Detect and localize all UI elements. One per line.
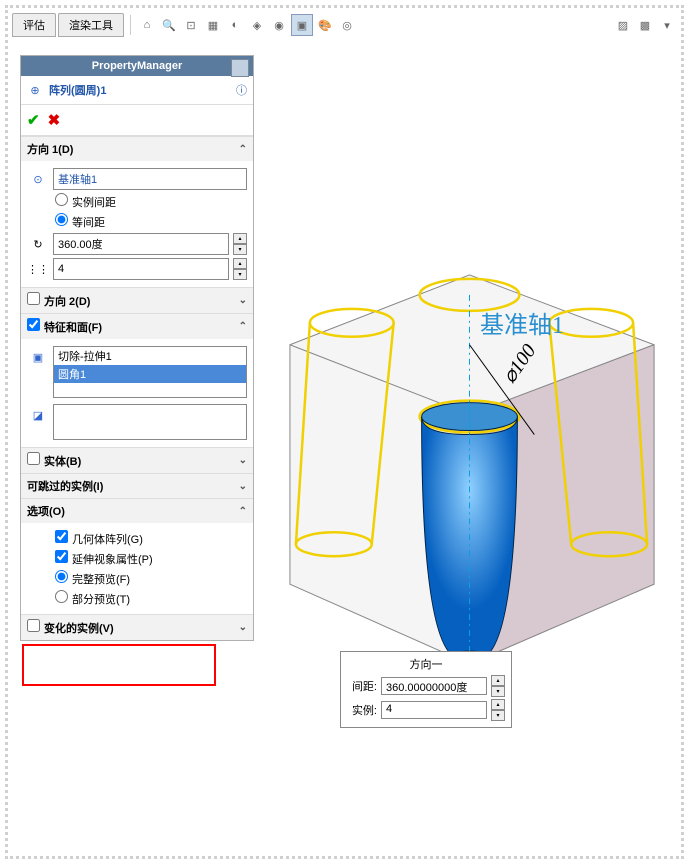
radio-equal-spacing[interactable]: 等间距 — [55, 213, 105, 230]
radio-partial-preview[interactable]: 部分预览(T) — [55, 590, 130, 607]
face-selector-icon: ◪ — [27, 404, 49, 426]
3d-viewport[interactable]: 基准轴1 ⌀100 方向一 间距:360.00000000度▴▾ 实例:4▴▾ — [260, 55, 674, 849]
section-features-faces[interactable]: 特征和面(F)⌃ — [21, 313, 253, 339]
section-direction1[interactable]: 方向 1(D)⌃ — [21, 136, 253, 161]
display-mode-icon[interactable]: ◐ — [225, 15, 245, 35]
highlight-box — [22, 644, 216, 686]
view-home-icon[interactable]: ⌂ — [137, 15, 157, 35]
pm-title: PropertyManager — [92, 60, 182, 72]
dropdown-icon[interactable]: ▾ — [657, 15, 677, 35]
pin-icon[interactable] — [231, 59, 249, 77]
instances-icon: ⋮⋮ — [27, 258, 49, 280]
circular-pattern-icon: ⊕ — [27, 82, 43, 98]
angle-up[interactable]: ▴ — [233, 233, 247, 244]
angle-down[interactable]: ▾ — [233, 244, 247, 255]
feature-name: 阵列(圆周)1 — [49, 82, 106, 98]
globe-icon[interactable]: ◎ — [337, 15, 357, 35]
callout-instances-input[interactable]: 4 — [381, 701, 487, 719]
top-toolbar: 评估 渲染工具 ⌂ 🔍 ⊡ ▦ ◐ ◈ ◉ ▣ 🎨 ◎ ▨ ▩ ▾ — [12, 12, 677, 38]
help-icon[interactable]: ⓘ — [236, 82, 247, 98]
feature-list[interactable]: 切除-拉伸1 圆角1 — [53, 346, 247, 398]
cancel-button[interactable]: ✖ — [48, 111, 61, 129]
tab-evaluate[interactable]: 评估 — [12, 13, 56, 37]
zoom-fit-icon[interactable]: ⊡ — [181, 15, 201, 35]
radio-full-preview[interactable]: 完整预览(F) — [55, 570, 130, 587]
angle-icon: ↻ — [27, 233, 49, 255]
callout-spacing-up[interactable]: ▴ — [491, 675, 505, 686]
cube-1-icon[interactable]: ▨ — [613, 15, 633, 35]
check-geometry-pattern[interactable]: 几何体阵列(G) — [55, 530, 143, 547]
axis-label: 基准轴1 — [480, 305, 564, 340]
callout-inst-down[interactable]: ▾ — [491, 710, 505, 721]
callout-spacing-input[interactable]: 360.00000000度 — [381, 677, 487, 695]
angle-input[interactable]: 360.00度 — [53, 233, 229, 255]
section-direction2[interactable]: 方向 2(D)⌄ — [21, 287, 253, 313]
axis-input[interactable]: 基准轴1 — [53, 168, 247, 190]
model-render — [260, 55, 674, 849]
property-manager-panel: PropertyManager ⊕ 阵列(圆周)1 ⓘ ✔ ✖ 方向 1(D)⌃… — [20, 55, 254, 641]
ok-button[interactable]: ✔ — [27, 111, 40, 129]
list-item[interactable]: 圆角1 — [54, 365, 246, 383]
callout-inst-up[interactable]: ▴ — [491, 699, 505, 710]
section-options[interactable]: 选项(O)⌃ — [21, 498, 253, 523]
section-bodies[interactable]: 实体(B)⌄ — [21, 447, 253, 473]
cube-2-icon[interactable]: ▩ — [635, 15, 655, 35]
axis-selector-icon: ⊙ — [27, 168, 49, 190]
section-vary-instances[interactable]: 变化的实例(V)⌄ — [21, 614, 253, 640]
section-skip-instances[interactable]: 可跳过的实例(I)⌄ — [21, 473, 253, 498]
zoom-icon[interactable]: 🔍 — [159, 15, 179, 35]
list-item[interactable]: 切除-拉伸1 — [54, 347, 246, 365]
display-2-icon[interactable]: ◉ — [269, 15, 289, 35]
check-propagate-visual[interactable]: 延伸视象属性(P) — [55, 550, 153, 567]
callout-title: 方向一 — [347, 656, 505, 672]
box-icon[interactable]: ▣ — [291, 14, 313, 36]
feature-name-row: ⊕ 阵列(圆周)1 ⓘ — [21, 76, 253, 105]
count-down[interactable]: ▾ — [233, 269, 247, 280]
tab-render-tools[interactable]: 渲染工具 — [58, 13, 124, 37]
face-list[interactable] — [53, 404, 247, 440]
display-icon[interactable]: ◈ — [247, 15, 267, 35]
ok-cancel-row: ✔ ✖ — [21, 105, 253, 136]
feature-selector-icon: ▣ — [27, 346, 49, 368]
color-icon[interactable]: 🎨 — [315, 15, 335, 35]
radio-instance-spacing[interactable]: 实例间距 — [55, 193, 116, 210]
section-icon[interactable]: ▦ — [203, 15, 223, 35]
count-up[interactable]: ▴ — [233, 258, 247, 269]
callout-spacing-down[interactable]: ▾ — [491, 686, 505, 697]
pm-header: PropertyManager — [21, 56, 253, 76]
count-input[interactable]: 4 — [53, 258, 229, 280]
direction-callout: 方向一 间距:360.00000000度▴▾ 实例:4▴▾ — [340, 651, 512, 728]
